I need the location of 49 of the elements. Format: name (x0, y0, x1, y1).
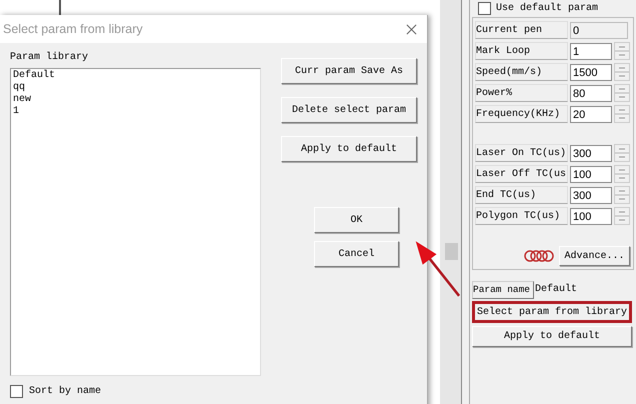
param-label: Mark Loop (475, 42, 568, 60)
checkbox-label: Sort by name (29, 386, 102, 397)
input-field[interactable]: 1 (570, 42, 612, 60)
spin-button[interactable] (614, 42, 630, 60)
input-field[interactable]: 300 (570, 144, 612, 162)
readonly-field: 0 (570, 22, 628, 38)
checkbox-label: Use default param (496, 3, 598, 14)
spin-button[interactable] (614, 63, 630, 81)
apply-default-button[interactable]: Apply to default (472, 326, 632, 347)
input-field[interactable]: 20 (570, 106, 612, 122)
spin-button[interactable] (614, 165, 630, 183)
input-field[interactable]: 100 (570, 166, 612, 182)
checkbox[interactable] (10, 385, 23, 398)
list-item[interactable]: qq (13, 82, 258, 94)
list-item[interactable]: 1 (13, 106, 258, 118)
list-item[interactable]: Default (13, 70, 258, 82)
param-name-value: Default (534, 282, 578, 297)
param-label: Speed(mm/s) (475, 63, 568, 81)
action-button[interactable]: Delete select param (281, 97, 417, 123)
spin-button[interactable] (614, 84, 630, 102)
param-label: Power% (475, 84, 568, 102)
list-item[interactable]: new (13, 94, 258, 106)
param-label: End TC(us) (475, 186, 568, 204)
cancel-button[interactable]: Cancel (314, 241, 399, 267)
param-label: Laser Off TC(us (475, 165, 568, 183)
advance-button[interactable]: Advance... (559, 246, 630, 266)
spin-button[interactable] (614, 186, 630, 204)
spin-button[interactable] (614, 105, 630, 123)
close-icon[interactable] (406, 24, 417, 34)
input-field[interactable]: 80 (570, 84, 612, 102)
rings-icon[interactable] (523, 248, 555, 264)
action-button[interactable]: Curr param Save As (281, 58, 417, 84)
list-label: Param library (10, 52, 90, 65)
action-button[interactable]: Apply to default (281, 136, 417, 162)
scrollbar-thumb[interactable] (445, 243, 458, 260)
checkbox[interactable] (478, 2, 491, 15)
input-field[interactable]: 100 (570, 208, 612, 224)
param-label: Polygon TC(us) (475, 207, 568, 225)
param-name-label: Param name (472, 281, 534, 299)
select-param-button[interactable]: Select param from library (472, 301, 632, 323)
param-label: Current pen (475, 21, 568, 39)
ok-button[interactable]: OK (314, 207, 399, 233)
spin-button[interactable] (614, 144, 630, 162)
window-title: Select param from library (3, 22, 143, 36)
input-field[interactable]: 1500 (570, 64, 612, 80)
param-label: Laser On TC(us) (475, 144, 568, 162)
input-field[interactable]: 300 (570, 186, 612, 204)
param-label: Frequency(KHz) (475, 105, 568, 123)
spin-button[interactable] (614, 207, 630, 225)
